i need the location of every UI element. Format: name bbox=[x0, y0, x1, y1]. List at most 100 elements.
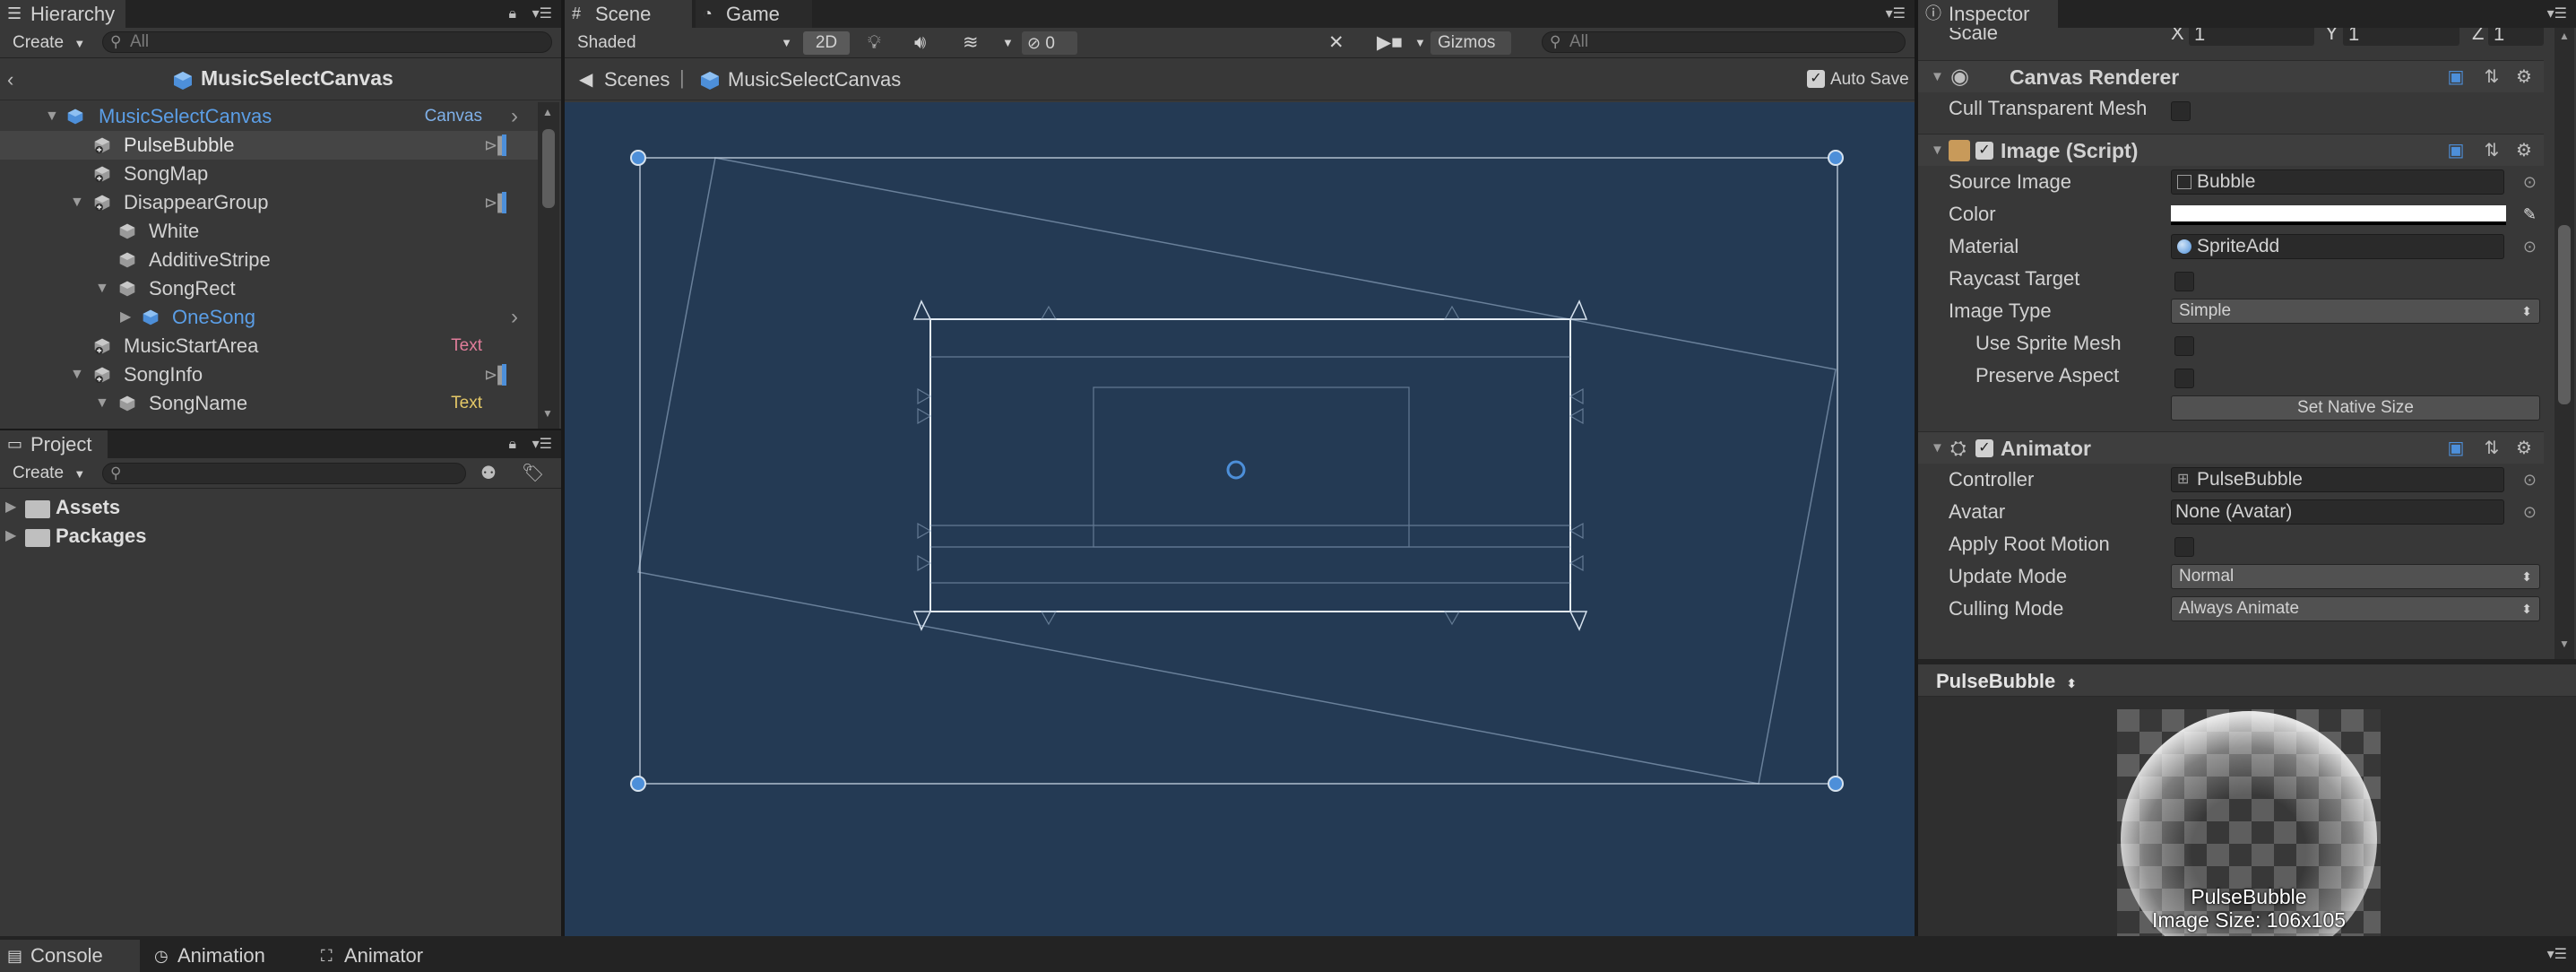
gizmos-dropdown[interactable]: Gizmos ▼ bbox=[1431, 31, 1511, 74]
camera-icon[interactable]: ▶■ bbox=[1377, 31, 1403, 55]
expand-triangle-icon[interactable]: ▼ bbox=[45, 102, 59, 131]
hierarchy-row[interactable]: MusicStartArea Text bbox=[0, 332, 538, 360]
object-picker-icon[interactable]: ⊙ bbox=[2523, 230, 2537, 263]
hierarchy-row[interactable]: ▼ MusicSelectCanvas Canvas › bbox=[0, 102, 538, 131]
material-field[interactable]: SpriteAdd bbox=[2171, 234, 2504, 259]
hierarchy-row[interactable]: AdditiveStripe bbox=[0, 246, 538, 274]
gear-icon[interactable]: ⚙ bbox=[2513, 66, 2535, 88]
tools-icon[interactable]: ✕ bbox=[1328, 31, 1344, 55]
project-search-input[interactable]: ⚲ bbox=[102, 463, 466, 484]
enabled-checkbox[interactable]: ✓ bbox=[1975, 142, 1993, 160]
back-icon[interactable]: ‹ bbox=[7, 68, 13, 91]
panel-menu-icon[interactable]: ▾☰ bbox=[2540, 4, 2567, 24]
scroll-up-icon[interactable]: ▲ bbox=[542, 106, 553, 118]
source-image-field[interactable]: Bubble bbox=[2171, 169, 2504, 195]
image-type-dropdown[interactable]: Simple ⬍ bbox=[2171, 299, 2540, 324]
hidden-objects-toggle[interactable]: ⊘ 0 bbox=[1022, 31, 1077, 55]
help-book-icon[interactable]: ▣ bbox=[2445, 66, 2467, 88]
animator-header[interactable]: ▼ ⛭ ✓ Animator ▣ ⇅ ⚙ bbox=[1918, 431, 2544, 464]
breadcrumb-canvas[interactable]: MusicSelectCanvas bbox=[728, 68, 901, 91]
eyedropper-icon[interactable]: ✎ bbox=[2523, 198, 2537, 230]
collapsed-triangle-icon[interactable]: ▶ bbox=[120, 303, 131, 332]
hierarchy-row[interactable]: SongMap bbox=[0, 160, 538, 188]
panel-menu-icon[interactable]: ▾☰ bbox=[525, 4, 552, 24]
presets-icon[interactable]: ⇅ bbox=[2481, 140, 2503, 161]
expand-triangle-icon[interactable]: ▼ bbox=[95, 389, 109, 418]
enabled-checkbox[interactable]: ✓ bbox=[1975, 439, 1993, 457]
canvas-renderer-header[interactable]: ▼ ◉ Canvas Renderer ▣ ⇅ ⚙ bbox=[1918, 60, 2544, 92]
breadcrumb-scenes[interactable]: Scenes bbox=[604, 68, 670, 91]
help-book-icon[interactable]: ▣ bbox=[2445, 438, 2467, 459]
panel-menu-icon[interactable]: ▾☰ bbox=[525, 435, 552, 455]
collapsed-triangle-icon[interactable]: ▶ bbox=[5, 522, 16, 551]
help-book-icon[interactable]: ▣ bbox=[2445, 140, 2467, 161]
scrollbar-thumb[interactable] bbox=[2558, 225, 2571, 404]
tab-project[interactable]: ▭ Project bbox=[0, 430, 108, 458]
hierarchy-row[interactable]: ▼ SongName Text bbox=[0, 389, 538, 418]
object-picker-icon[interactable]: ⊙ bbox=[2523, 166, 2537, 198]
presets-icon[interactable]: ⇅ bbox=[2481, 66, 2503, 88]
create-dropdown[interactable]: Create ▼ bbox=[13, 462, 85, 485]
inspector-scrollbar[interactable]: ▲ ▼ bbox=[2554, 28, 2574, 659]
hierarchy-scrollbar[interactable]: ▲ ▼ bbox=[538, 102, 559, 429]
create-dropdown[interactable]: Create ▼ bbox=[13, 31, 85, 55]
lighting-bulb-icon[interactable]: 💡︎ bbox=[868, 31, 881, 55]
tab-scene[interactable]: # Scene bbox=[565, 0, 692, 28]
apply-root-motion-checkbox[interactable] bbox=[2174, 537, 2194, 557]
raycast-target-checkbox[interactable] bbox=[2174, 272, 2194, 291]
scrollbar-thumb[interactable] bbox=[542, 129, 555, 208]
hierarchy-row[interactable]: White bbox=[0, 217, 538, 246]
hierarchy-row[interactable]: ▼ SongRect bbox=[0, 274, 538, 303]
foldout-triangle-icon[interactable]: ▼ bbox=[1931, 135, 1944, 167]
hierarchy-row[interactable]: ▶ OneSong › bbox=[0, 303, 538, 332]
gear-icon[interactable]: ⚙ bbox=[2513, 438, 2535, 459]
scale-z-field[interactable]: 1 bbox=[2488, 28, 2544, 46]
hierarchy-row[interactable]: PulseBubble ⊳▌ bbox=[0, 131, 538, 160]
tab-animator[interactable]: ⛶ Animator bbox=[314, 940, 475, 972]
expand-triangle-icon[interactable]: ▼ bbox=[95, 274, 109, 303]
object-picker-icon[interactable]: ⊙ bbox=[2523, 496, 2537, 528]
set-native-size-button[interactable]: Set Native Size bbox=[2171, 395, 2540, 421]
controller-field[interactable]: ⊞ PulseBubble bbox=[2171, 467, 2504, 492]
panel-menu-icon[interactable]: ▾☰ bbox=[1879, 4, 1906, 24]
color-swatch[interactable] bbox=[2171, 205, 2506, 225]
search-by-type-icon[interactable]: ⚉ bbox=[480, 462, 497, 484]
hierarchy-search-input[interactable]: ⚲ All bbox=[102, 31, 552, 53]
foldout-triangle-icon[interactable]: ▼ bbox=[1931, 432, 1944, 464]
chevron-down-icon[interactable]: ▼ bbox=[1002, 31, 1014, 55]
expand-triangle-icon[interactable]: ▼ bbox=[70, 188, 84, 217]
shading-mode-dropdown[interactable]: Shaded ▼ bbox=[577, 31, 792, 55]
audio-speaker-icon[interactable]: 🔊︎ bbox=[914, 31, 926, 55]
label-tag-icon[interactable]: 🏷︎ bbox=[522, 462, 544, 484]
scroll-down-icon[interactable]: ▼ bbox=[2559, 638, 2570, 650]
panel-menu-icon[interactable]: ▾☰ bbox=[2540, 945, 2567, 965]
chevron-down-icon[interactable]: ▼ bbox=[1414, 31, 1426, 55]
preview-selector-dropdown[interactable]: PulseBubble ⬍ bbox=[1936, 670, 2077, 693]
scene-header[interactable]: ‹ MusicSelectCanvas bbox=[0, 59, 561, 100]
scene-search-input[interactable]: ⚲ All bbox=[1542, 31, 1906, 53]
2d-toggle-button[interactable]: 2D bbox=[803, 31, 850, 55]
tab-hierarchy[interactable]: ☰ Hierarchy bbox=[0, 0, 125, 28]
tab-game[interactable]: ◔ Game bbox=[696, 0, 812, 28]
auto-save-checkbox[interactable]: ✓ bbox=[1807, 70, 1825, 88]
tab-console[interactable]: ▤ Console bbox=[0, 940, 140, 972]
presets-icon[interactable]: ⇅ bbox=[2481, 438, 2503, 459]
use-sprite-mesh-checkbox[interactable] bbox=[2174, 336, 2194, 356]
lock-icon[interactable]: 🔒︎ bbox=[495, 435, 516, 455]
scene-viewport[interactable] bbox=[565, 102, 1915, 936]
project-folder-item[interactable]: ▶ Packages bbox=[0, 522, 561, 551]
hierarchy-row[interactable]: ▼ DisappearGroup ⊳▌ bbox=[0, 188, 538, 217]
avatar-field[interactable]: None (Avatar) bbox=[2171, 499, 2504, 525]
tab-animation[interactable]: ◷ Animation bbox=[147, 940, 308, 972]
expand-triangle-icon[interactable]: ▼ bbox=[70, 360, 84, 389]
effects-layers-icon[interactable]: ≋ bbox=[963, 31, 979, 55]
foldout-triangle-icon[interactable]: ▼ bbox=[1931, 61, 1944, 93]
cull-transparent-mesh-checkbox[interactable] bbox=[2171, 101, 2191, 121]
chevron-right-icon[interactable]: › bbox=[511, 102, 518, 131]
hierarchy-row[interactable]: ▼ SongInfo ⊳▌ bbox=[0, 360, 538, 389]
lock-icon[interactable]: 🔒︎ bbox=[495, 4, 516, 24]
scroll-down-icon[interactable]: ▼ bbox=[542, 407, 553, 420]
image-script-header[interactable]: ▼ ✓ Image (Script) ▣ ⇅ ⚙ bbox=[1918, 134, 2544, 166]
scale-x-field[interactable]: 1 bbox=[2189, 28, 2314, 46]
update-mode-dropdown[interactable]: Normal ⬍ bbox=[2171, 564, 2540, 589]
